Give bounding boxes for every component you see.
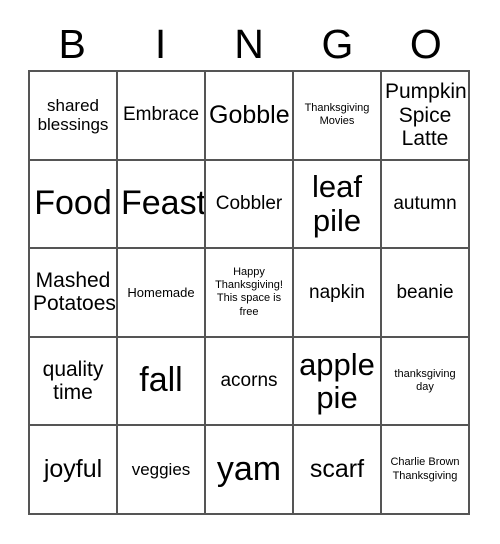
bingo-cell-label: autumn <box>393 192 457 214</box>
bingo-cell-label: Pumpkin Spice Latte <box>385 80 467 151</box>
bingo-cell[interactable]: apple pie <box>294 337 382 427</box>
bingo-cell-label: quality time <box>42 357 104 405</box>
bingo-cell[interactable]: Cobbler <box>206 160 294 250</box>
bingo-grid: shared blessings Embrace Gobble Thanksgivin… <box>28 70 470 515</box>
bingo-cell[interactable]: Charlie Brown Thanksgiving <box>382 426 470 515</box>
bingo-cell[interactable]: Gobble <box>206 72 294 161</box>
bingo-cell[interactable]: Pumpkin Spice Latte <box>382 72 470 161</box>
bingo-cell-label: shared blessings <box>37 95 109 135</box>
bingo-cell[interactable]: shared blessings <box>30 72 118 161</box>
bingo-cell[interactable]: Mashed Potatoes <box>30 249 118 338</box>
bingo-cell-label: Cobbler <box>215 192 283 214</box>
bingo-cell-label: Charlie Brown Thanksgiving <box>390 456 460 482</box>
bingo-cell-label: Thanksgiving Movies <box>304 101 370 128</box>
bingo-cell[interactable]: napkin <box>294 249 382 338</box>
bingo-cell-label: Homemade <box>127 284 195 300</box>
bingo-cell[interactable]: joyful <box>30 426 118 515</box>
bingo-cell-label: Mashed Potatoes <box>33 268 116 316</box>
bingo-header: B I N G O <box>28 18 470 70</box>
header-letter-i: I <box>154 20 167 67</box>
bingo-cell[interactable]: thanksgiving day <box>382 337 470 427</box>
bingo-cell-label: napkin <box>309 281 365 303</box>
bingo-cell[interactable]: Food <box>30 160 118 250</box>
bingo-cell-label: yam <box>216 449 282 488</box>
bingo-cell-label: Happy Thanksgiving! This space is free <box>215 265 283 318</box>
bingo-cell-free-space[interactable]: Happy Thanksgiving! This space is free <box>206 249 294 338</box>
bingo-card: B I N G O shared blessings Embrace Gobble T… <box>0 0 500 544</box>
bingo-cell-label: fall <box>139 361 183 400</box>
bingo-cell-label: joyful <box>43 454 103 483</box>
bingo-cell-label: beanie <box>396 281 454 303</box>
bingo-cell[interactable]: veggies <box>118 426 206 515</box>
bingo-cell[interactable]: yam <box>206 426 294 515</box>
bingo-cell-label: leaf pile <box>312 169 362 238</box>
header-letter-b: B <box>58 20 86 67</box>
bingo-cell[interactable]: autumn <box>382 160 470 250</box>
bingo-cell[interactable]: quality time <box>30 337 118 427</box>
bingo-cell-label: apple pie <box>299 346 375 416</box>
bingo-cell-label: thanksgiving day <box>394 367 456 394</box>
bingo-cell-label: Food <box>34 184 112 223</box>
bingo-cell-label: Gobble <box>209 100 290 129</box>
bingo-cell[interactable]: scarf <box>294 426 382 515</box>
bingo-cell[interactable]: fall <box>118 337 206 427</box>
header-letter-g: G <box>321 20 354 67</box>
bingo-cell[interactable]: leaf pile <box>294 160 382 250</box>
header-letter-n: N <box>234 20 264 67</box>
bingo-cell[interactable]: Homemade <box>118 249 206 338</box>
bingo-cell-label: scarf <box>309 454 365 483</box>
bingo-cell-label: Embrace <box>122 104 200 126</box>
bingo-cell[interactable]: Thanksgiving Movies <box>294 72 382 161</box>
bingo-cell[interactable]: Feast <box>118 160 206 250</box>
bingo-cell-label: Feast <box>121 184 206 223</box>
bingo-cell-label: acorns <box>220 370 278 392</box>
bingo-cell-label: veggies <box>131 459 191 479</box>
bingo-cell[interactable]: acorns <box>206 337 294 427</box>
bingo-cell[interactable]: Embrace <box>118 72 206 161</box>
header-letter-o: O <box>409 20 442 67</box>
bingo-cell[interactable]: beanie <box>382 249 470 338</box>
